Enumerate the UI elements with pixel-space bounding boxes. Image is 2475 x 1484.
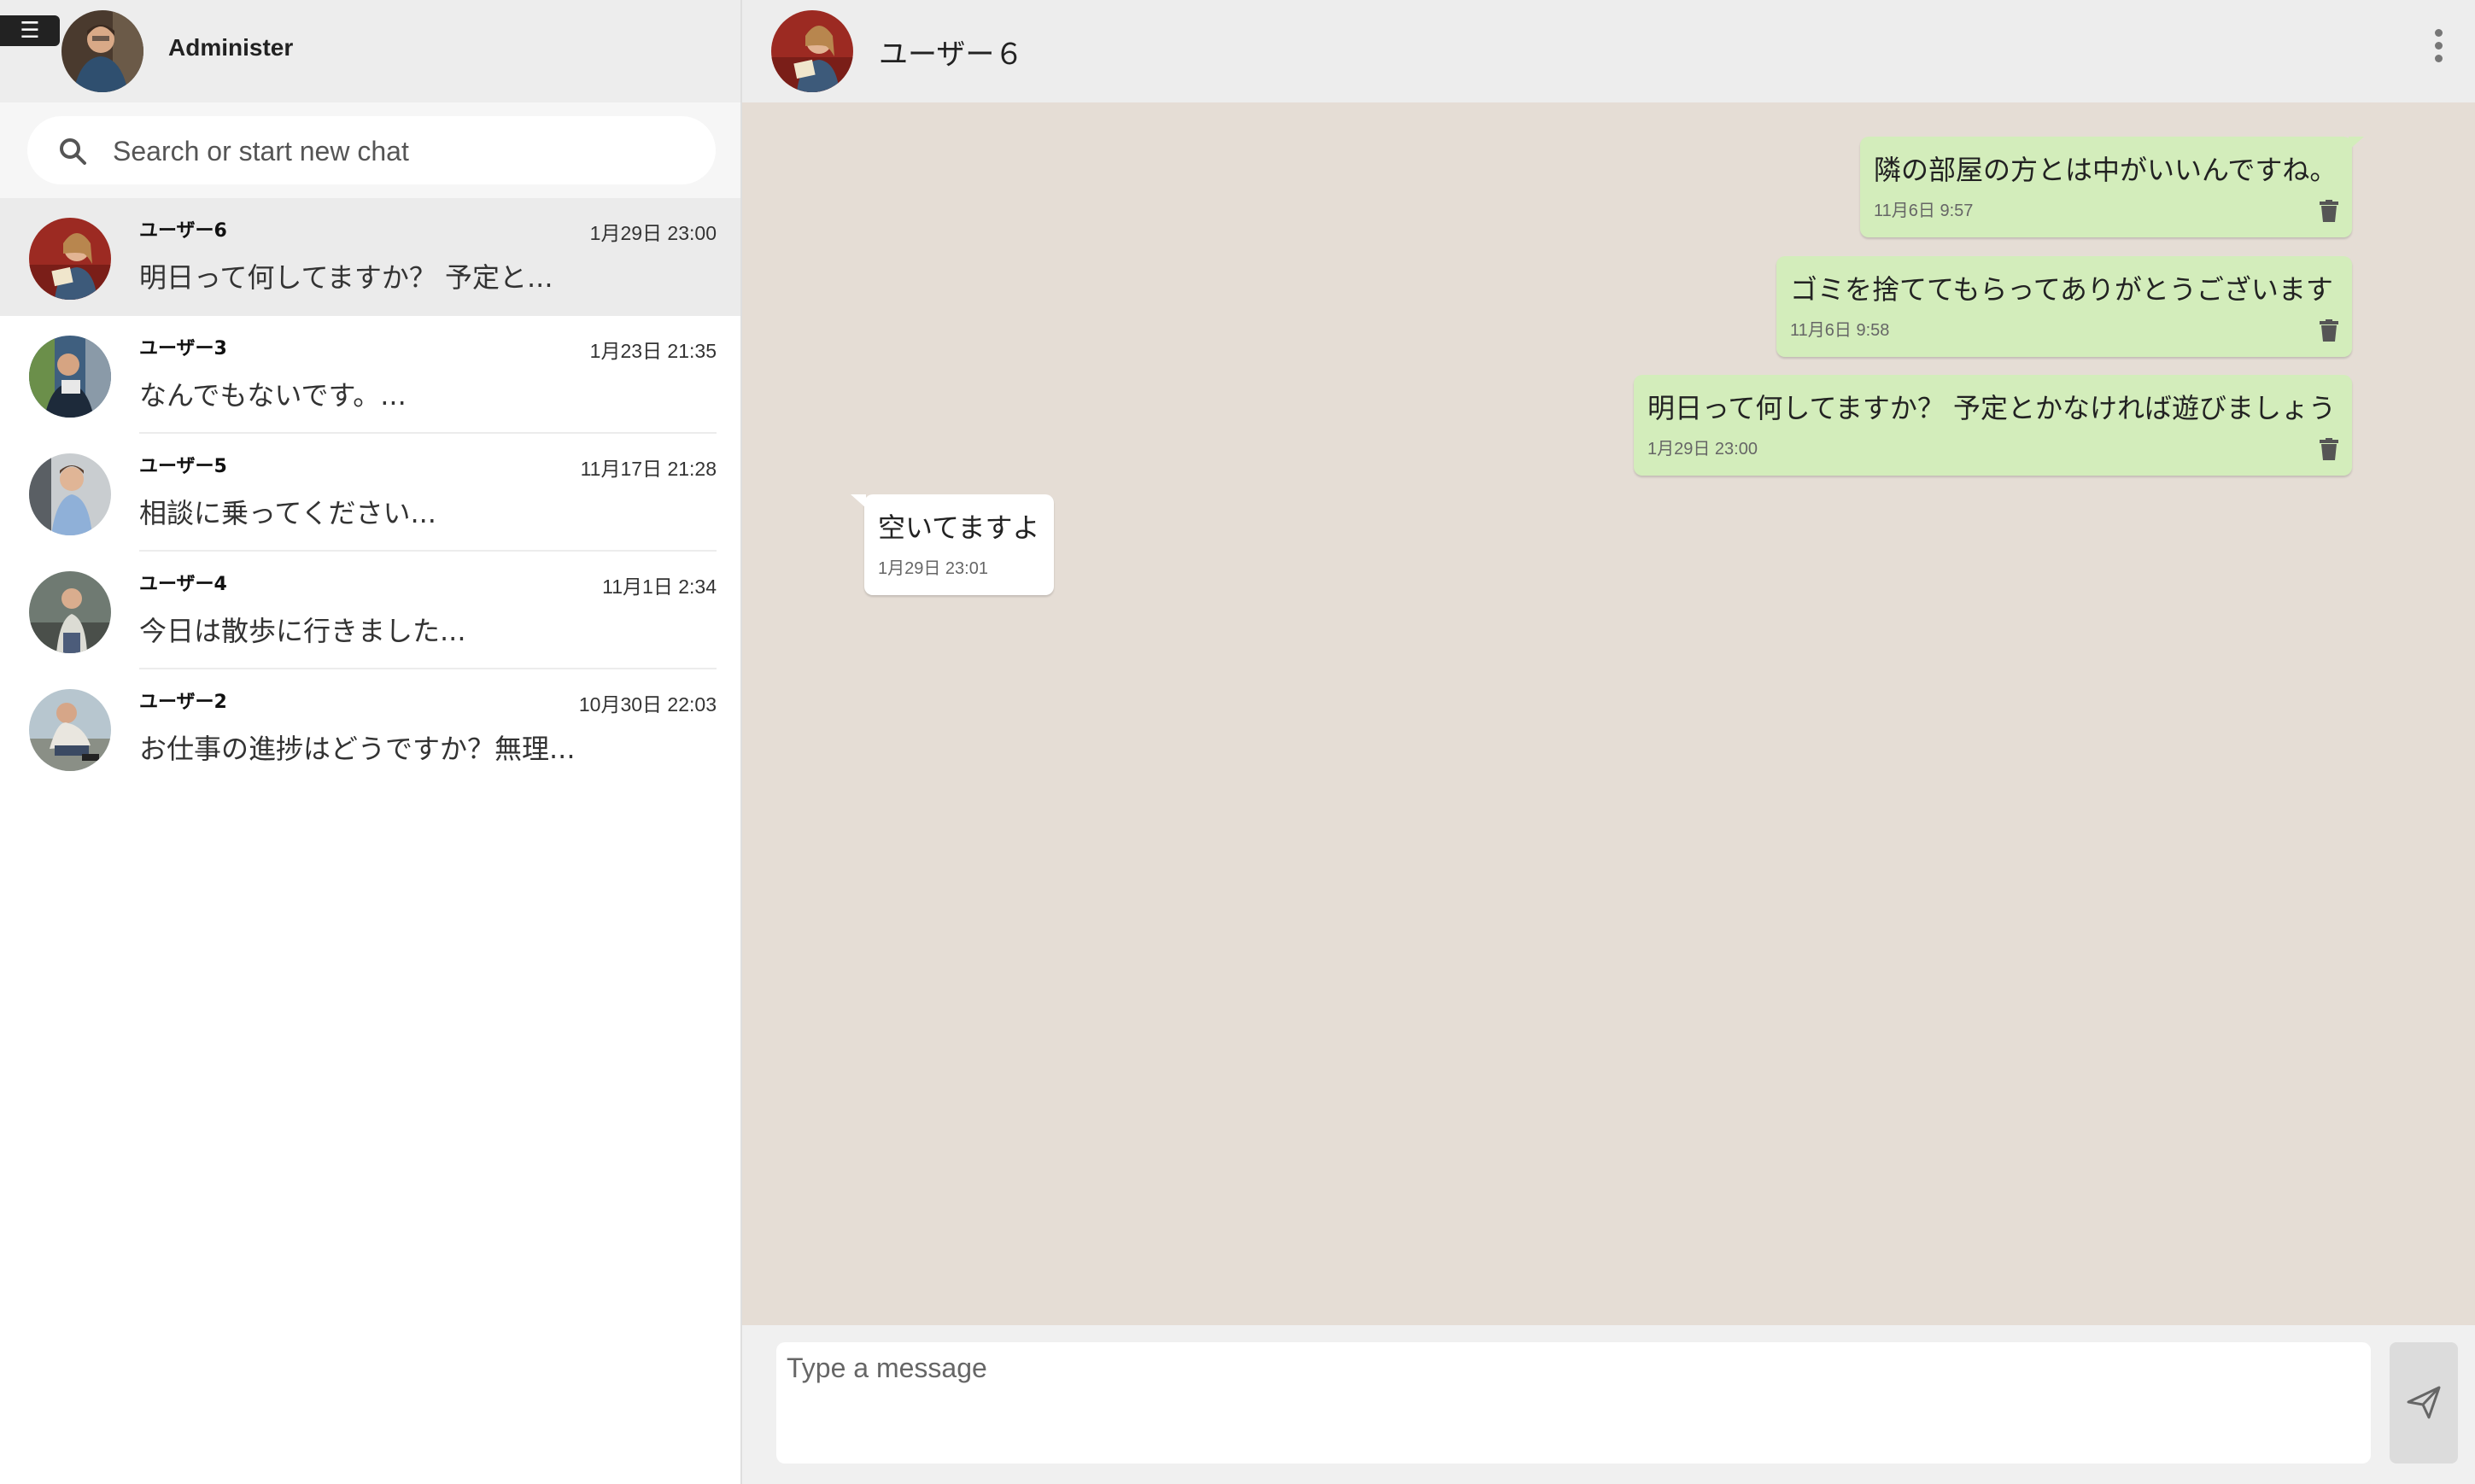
message-bubble-incoming: 空いてますよ 1月29日 23:01 <box>851 494 1054 595</box>
chat-name: ユーザー4 <box>139 574 227 595</box>
trash-icon[interactable] <box>2320 438 2338 460</box>
chat-list: ユーザー6 1月29日 23:00 明日って何してますか？ 予定と... ユーザ… <box>0 198 740 787</box>
user-avatar-icon <box>29 571 111 653</box>
user-avatar-icon <box>61 10 143 92</box>
chat-preview: 今日は散歩に行きました... <box>139 615 466 647</box>
sidebar: ☰ Administer Search or start new chat ユー… <box>0 0 742 1484</box>
chat-name: ユーザー6 <box>139 220 227 242</box>
composer-box <box>776 1342 2371 1464</box>
bubble-tail <box>851 494 866 508</box>
message-timestamp: 1月29日 23:01 <box>878 559 988 578</box>
chat-timestamp: 1月29日 23:00 <box>589 222 717 244</box>
chat-name: ユーザー2 <box>139 692 227 713</box>
message-bubble-outgoing: 隣の部屋の方とは中がいいんですね。 11月6日 9:57 <box>1860 137 2364 237</box>
chat-preview: 明日って何してますか？ 予定と... <box>139 261 553 294</box>
conversation-panel: ユーザー６ 隣の部屋の方とは中がいいんですね。 11月6日 9:57 ゴミを捨て… <box>742 0 2475 1484</box>
avatar <box>29 336 111 418</box>
message-timestamp: 11月6日 9:57 <box>1874 202 1974 220</box>
message-bubble-outgoing: 明日って何してますか？ 予定とかなければ遊びましょう 1月29日 23:00 <box>1634 375 2352 476</box>
search-box <box>27 116 716 186</box>
chat-preview: 相談に乗ってください... <box>139 497 436 529</box>
profile-name: Administer <box>168 34 294 61</box>
search-icon <box>60 138 86 165</box>
chat-list-item[interactable]: ユーザー2 10月30日 22:03 お仕事の進捗はどうですか？無理... <box>0 669 740 787</box>
avatar <box>29 689 111 771</box>
message-composer <box>742 1325 2475 1484</box>
contact-avatar[interactable] <box>771 10 853 92</box>
avatar <box>29 218 111 300</box>
chat-timestamp: 1月23日 21:35 <box>589 340 717 362</box>
chat-list-item[interactable]: ユーザー6 1月29日 23:00 明日って何してますか？ 予定と... <box>0 198 740 316</box>
chat-preview: お仕事の進捗はどうですか？無理... <box>139 733 576 765</box>
user-avatar-icon <box>29 336 111 418</box>
message-timestamp: 1月29日 23:00 <box>1647 440 1758 459</box>
more-options-icon[interactable] <box>2432 29 2444 63</box>
conversation-header: ユーザー６ <box>742 0 2475 102</box>
message-text: 隣の部屋の方とは中がいいんですね。 <box>1874 154 2338 186</box>
chat-timestamp: 11月17日 21:28 <box>580 458 717 480</box>
user-avatar-icon <box>29 218 111 300</box>
trash-icon[interactable] <box>2320 200 2338 222</box>
user-avatar-icon <box>29 689 111 771</box>
sidebar-header: ☰ Administer <box>0 0 740 102</box>
chat-list-item[interactable]: ユーザー5 11月17日 21:28 相談に乗ってください... <box>0 434 740 552</box>
avatar <box>29 453 111 535</box>
chat-list-item[interactable]: ユーザー3 1月23日 21:35 なんでもないです。... <box>0 316 740 434</box>
message-text: 空いてますよ <box>878 511 1040 544</box>
conversation-title: ユーザー６ <box>879 38 1024 72</box>
search-bar <box>0 102 740 198</box>
message-text: 明日って何してますか？ 予定とかなければ遊びましょう <box>1647 392 2337 424</box>
send-button[interactable] <box>2390 1342 2458 1464</box>
user-avatar-icon <box>29 453 111 535</box>
message-input[interactable] <box>785 1351 2360 1457</box>
menu-button[interactable]: ☰ <box>0 15 60 46</box>
send-icon <box>2407 1386 2441 1419</box>
chat-timestamp: 10月30日 22:03 <box>578 693 717 716</box>
search-input[interactable] <box>111 116 695 186</box>
chat-list-item[interactable]: ユーザー4 11月1日 2:34 今日は散歩に行きました... <box>0 552 740 669</box>
chat-preview: なんでもないです。... <box>139 379 407 412</box>
avatar <box>29 571 111 653</box>
user-avatar-icon <box>771 10 853 92</box>
message-bubble-outgoing: ゴミを捨ててもらってありがとうございます 11月6日 9:58 <box>1776 256 2352 357</box>
message-text: ゴミを捨ててもらってありがとうございます <box>1790 273 2333 306</box>
chat-name: ユーザー3 <box>139 338 227 359</box>
bubble-tail <box>2349 137 2364 150</box>
chat-timestamp: 11月1日 2:34 <box>602 575 717 598</box>
chat-name: ユーザー5 <box>139 456 227 477</box>
profile-avatar[interactable] <box>61 10 143 92</box>
trash-icon[interactable] <box>2320 319 2338 342</box>
message-timestamp: 11月6日 9:58 <box>1790 321 1890 340</box>
